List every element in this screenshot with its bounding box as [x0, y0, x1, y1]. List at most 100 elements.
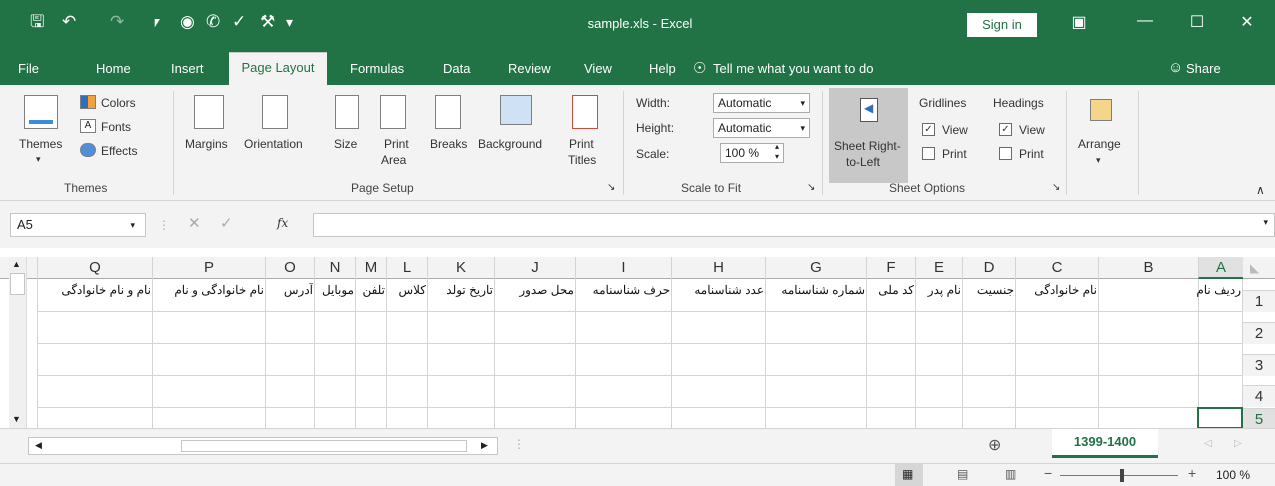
width-dropdown[interactable]: Automatic ▾ — [713, 93, 810, 113]
column-header-b[interactable]: B — [1098, 257, 1198, 279]
close-button[interactable]: ✕ — [1232, 12, 1262, 32]
new-sheet-icon[interactable]: ⊕ — [988, 435, 1001, 455]
tab-view[interactable]: View — [584, 61, 612, 76]
zoom-level[interactable]: 100 % — [1216, 468, 1250, 482]
column-header-n[interactable]: N — [314, 257, 355, 279]
cell-h1[interactable]: عدد شناسنامه — [673, 283, 764, 297]
column-header-d[interactable]: D — [962, 257, 1015, 279]
scale-launcher-icon[interactable]: ↘ — [807, 181, 815, 195]
headings-view-checkbox[interactable]: ✓ — [999, 123, 1012, 136]
column-header-k[interactable]: K — [427, 257, 494, 279]
effects-button[interactable]: Effects — [101, 144, 137, 158]
sheet-tab-1399-1400[interactable]: 1399-1400 — [1052, 429, 1158, 458]
scroll-thumb[interactable] — [10, 273, 25, 295]
tab-review[interactable]: Review — [508, 61, 551, 76]
scroll-left-icon[interactable]: ◀ — [35, 440, 42, 451]
select-all-corner-icon[interactable]: ◣ — [1250, 261, 1259, 275]
spreadsheet-grid[interactable]: A B C D E F G H I J K L M N O P Q ◣ 1 2 … — [0, 257, 1275, 428]
undo-icon[interactable]: ↶ — [62, 12, 76, 32]
stepper-arrows-icon[interactable]: ▴ ▾ — [775, 142, 779, 162]
column-header-m[interactable]: M — [355, 257, 386, 279]
cell-p1[interactable]: نام خانوادگی و نام — [154, 283, 264, 297]
background-button[interactable]: Background — [478, 137, 542, 151]
cell-c1[interactable]: نام خانوادگی — [1017, 283, 1097, 297]
new-file-icon[interactable]: ⎖ — [150, 12, 164, 32]
row-header-3[interactable]: 3 — [1243, 354, 1275, 376]
normal-view-button[interactable]: ▦ — [895, 464, 923, 486]
headings-print-checkbox[interactable] — [999, 147, 1012, 160]
horizontal-scrollbar[interactable]: ◀ ▶ — [28, 437, 498, 455]
size-button[interactable]: Size — [334, 137, 357, 151]
print-area-button-line2[interactable]: Area — [381, 153, 406, 167]
redo-icon[interactable]: ↷ — [110, 12, 124, 32]
scroll-down-icon[interactable]: ▼ — [12, 414, 21, 424]
cell-e1[interactable]: نام پدر — [917, 283, 961, 297]
cell-a1[interactable]: ردیف نام — [1101, 283, 1241, 297]
next-sheet-icon[interactable]: ▷ — [1234, 438, 1242, 449]
themes-icon[interactable] — [24, 95, 58, 129]
zoom-slider-track[interactable] — [1060, 475, 1178, 476]
print-titles-button-line1[interactable]: Print — [569, 137, 594, 151]
zoom-slider-thumb[interactable] — [1120, 469, 1124, 482]
column-header-i[interactable]: I — [575, 257, 671, 279]
zoom-out-button[interactable]: − — [1044, 465, 1052, 481]
column-header-j[interactable]: J — [494, 257, 575, 279]
themes-button[interactable]: Themes — [19, 137, 62, 151]
name-box[interactable]: A5 ▾ — [10, 213, 146, 237]
tab-data[interactable]: Data — [443, 61, 470, 76]
tab-page-layout[interactable]: Page Layout — [229, 52, 327, 86]
colors-button[interactable]: Colors — [101, 96, 136, 110]
gridlines-view-checkbox[interactable]: ✓ — [922, 123, 935, 136]
column-header-l[interactable]: L — [386, 257, 427, 279]
cell-m1[interactable]: تلفن — [357, 283, 385, 297]
column-header-c[interactable]: C — [1015, 257, 1098, 279]
column-header-a[interactable]: A — [1198, 257, 1243, 279]
splitter-icon[interactable]: ⋮ — [513, 437, 525, 451]
arrange-dropdown-icon[interactable]: ▾ — [1096, 153, 1101, 167]
gridlines-print-checkbox[interactable] — [922, 147, 935, 160]
column-header-h[interactable]: H — [671, 257, 765, 279]
expand-formula-icon[interactable]: ▾ — [1263, 217, 1268, 228]
cell-j1[interactable]: محل صدور — [496, 283, 574, 297]
tell-me-search[interactable]: Tell me what you want to do — [713, 61, 873, 76]
print-titles-button-line2[interactable]: Titles — [568, 153, 596, 167]
row-header-1[interactable]: 1 — [1243, 290, 1275, 312]
record-icon[interactable]: ◉ — [180, 12, 195, 32]
margins-button[interactable]: Margins — [185, 137, 228, 151]
column-header-e[interactable]: E — [915, 257, 962, 279]
enter-icon[interactable]: ✓ — [220, 216, 233, 231]
phone-icon[interactable]: ✆ — [206, 12, 220, 32]
sheet-options-launcher-icon[interactable]: ↘ — [1052, 181, 1060, 195]
tab-home[interactable]: Home — [96, 61, 131, 76]
selected-cell-a5[interactable] — [1197, 407, 1243, 428]
orientation-button[interactable]: Orientation — [244, 137, 303, 151]
cell-l1[interactable]: کلاس — [388, 283, 426, 297]
scroll-right-icon[interactable]: ▶ — [481, 440, 488, 451]
breaks-button[interactable]: Breaks — [430, 137, 467, 151]
sheet-right-to-left-button[interactable]: ◀ Sheet Right- to-Left — [829, 88, 908, 183]
fonts-button[interactable]: Fonts — [101, 120, 131, 134]
cell-i1[interactable]: حرف شناسنامه — [577, 283, 670, 297]
sign-in-button[interactable]: Sign in — [967, 13, 1037, 37]
print-area-button-line1[interactable]: Print — [384, 137, 409, 151]
cell-k1[interactable]: تاریخ تولد — [429, 283, 493, 297]
tab-formulas[interactable]: Formulas — [350, 61, 404, 76]
share-button[interactable]: Share — [1186, 61, 1221, 76]
page-setup-launcher-icon[interactable]: ↘ — [607, 181, 615, 195]
height-dropdown[interactable]: Automatic ▾ — [713, 118, 810, 138]
scroll-up-icon[interactable]: ▲ — [12, 259, 21, 269]
customize-toolbar-icon[interactable]: ▾ — [286, 12, 293, 32]
column-header-o[interactable]: O — [265, 257, 314, 279]
row-header-2[interactable]: 2 — [1243, 322, 1275, 344]
tab-insert[interactable]: Insert — [171, 61, 204, 76]
row-header-4[interactable]: 4 — [1243, 385, 1275, 407]
column-header-p[interactable]: P — [152, 257, 265, 279]
vertical-scrollbar[interactable]: ▲ ▼ — [9, 257, 27, 428]
cell-d1[interactable]: جنسیت — [964, 283, 1014, 297]
save-icon[interactable]: 🖫 — [30, 12, 44, 32]
collapse-ribbon-icon[interactable]: ∧ — [1256, 183, 1265, 197]
zoom-in-button[interactable]: + — [1188, 465, 1196, 481]
column-header-q[interactable]: Q — [37, 257, 152, 279]
prev-sheet-icon[interactable]: ◁ — [1204, 438, 1212, 449]
formula-input[interactable]: ▾ — [313, 213, 1275, 237]
